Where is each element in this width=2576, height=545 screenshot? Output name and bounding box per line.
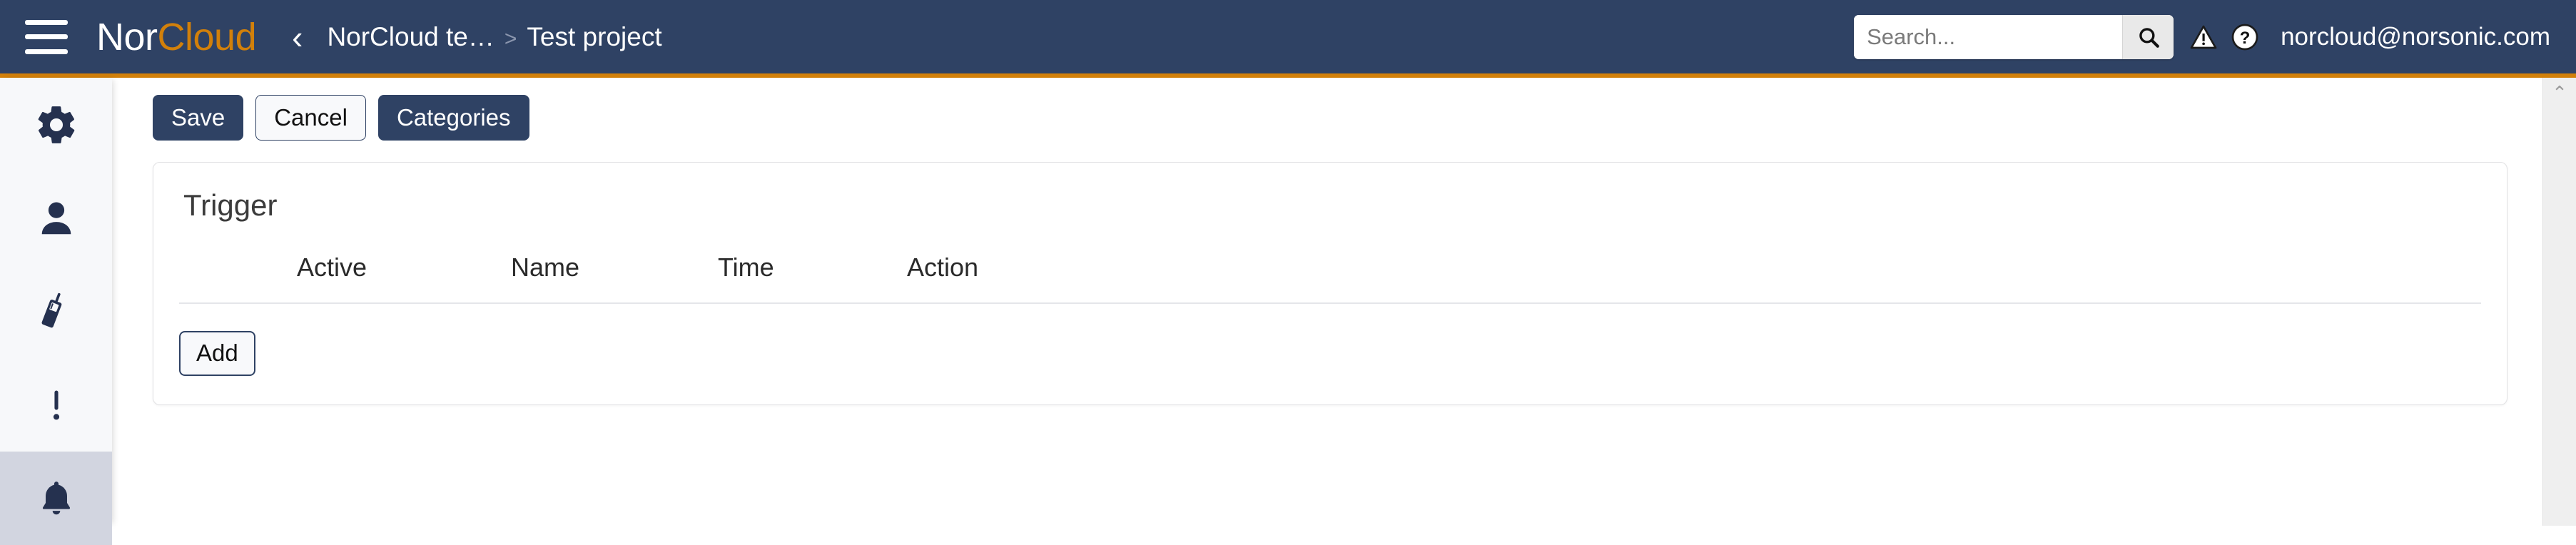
column-header-name: Name: [511, 253, 580, 282]
search-button[interactable]: [2122, 14, 2174, 59]
warning-triangle-icon: [2190, 25, 2217, 49]
save-button[interactable]: Save: [153, 95, 244, 141]
hamburger-bar: [25, 49, 68, 54]
column-header-action: Action: [907, 253, 979, 282]
column-header-active: Active: [297, 253, 367, 282]
card-title: Trigger: [183, 188, 278, 223]
gear-icon: [38, 106, 74, 143]
search-icon: [2139, 27, 2159, 48]
sound-level-meter-icon: [41, 292, 61, 327]
help-circle-icon: ?: [2231, 24, 2258, 50]
logo-text-first: Nor: [96, 15, 158, 58]
bell-icon: [42, 481, 70, 514]
breadcrumb-separator: >: [504, 26, 517, 51]
app-header: NorCloud ‹ NorCloud te… > Test project S…: [0, 0, 2576, 78]
breadcrumb-item-organization[interactable]: NorCloud te…: [327, 22, 494, 52]
hamburger-bar: [25, 19, 68, 25]
logo-text-second: Cloud: [157, 15, 257, 58]
exclamation-icon: [53, 389, 59, 419]
hamburger-bar: [25, 34, 68, 39]
trigger-table-header: Active Name Time Action: [179, 253, 2481, 305]
sidebar-item-alerts[interactable]: [0, 358, 112, 452]
warning-button[interactable]: [2189, 23, 2218, 51]
app-logo[interactable]: NorCloud: [96, 15, 257, 59]
column-header-time: Time: [718, 253, 774, 282]
breadcrumb: NorCloud te… > Test project: [327, 22, 661, 52]
sidebar: [0, 78, 112, 545]
search-input[interactable]: [1854, 14, 2123, 59]
scrollbar-up-arrow-icon[interactable]: ⌃: [2543, 78, 2576, 108]
trigger-table-footer: Add: [179, 304, 2481, 376]
back-chevron-icon[interactable]: ‹: [292, 21, 303, 54]
categories-button[interactable]: Categories: [377, 95, 529, 141]
search-box: [1854, 14, 2174, 59]
user-email-label[interactable]: norcloud@norsonic.com: [2281, 23, 2550, 51]
sidebar-item-notifications[interactable]: [0, 452, 112, 545]
main-content: Save Cancel Categories Trigger Active Na…: [112, 78, 2553, 526]
help-button[interactable]: ?: [2231, 23, 2259, 51]
trigger-card: Trigger Active Name Time Action Add: [153, 162, 2507, 405]
cancel-button[interactable]: Cancel: [255, 95, 366, 141]
sidebar-item-instrument[interactable]: [0, 265, 112, 358]
breadcrumb-item-project[interactable]: Test project: [527, 22, 661, 52]
header-right-group: ? norcloud@norsonic.com: [1854, 14, 2550, 59]
sidebar-item-settings[interactable]: [0, 78, 112, 171]
person-icon: [41, 202, 71, 234]
hamburger-menu-icon[interactable]: [25, 19, 68, 54]
svg-text:?: ?: [2240, 29, 2251, 48]
page-scrollbar[interactable]: ⌃: [2542, 78, 2576, 526]
sidebar-item-user[interactable]: [0, 171, 112, 265]
add-trigger-button[interactable]: Add: [179, 331, 255, 376]
action-toolbar: Save Cancel Categories: [112, 78, 2553, 141]
